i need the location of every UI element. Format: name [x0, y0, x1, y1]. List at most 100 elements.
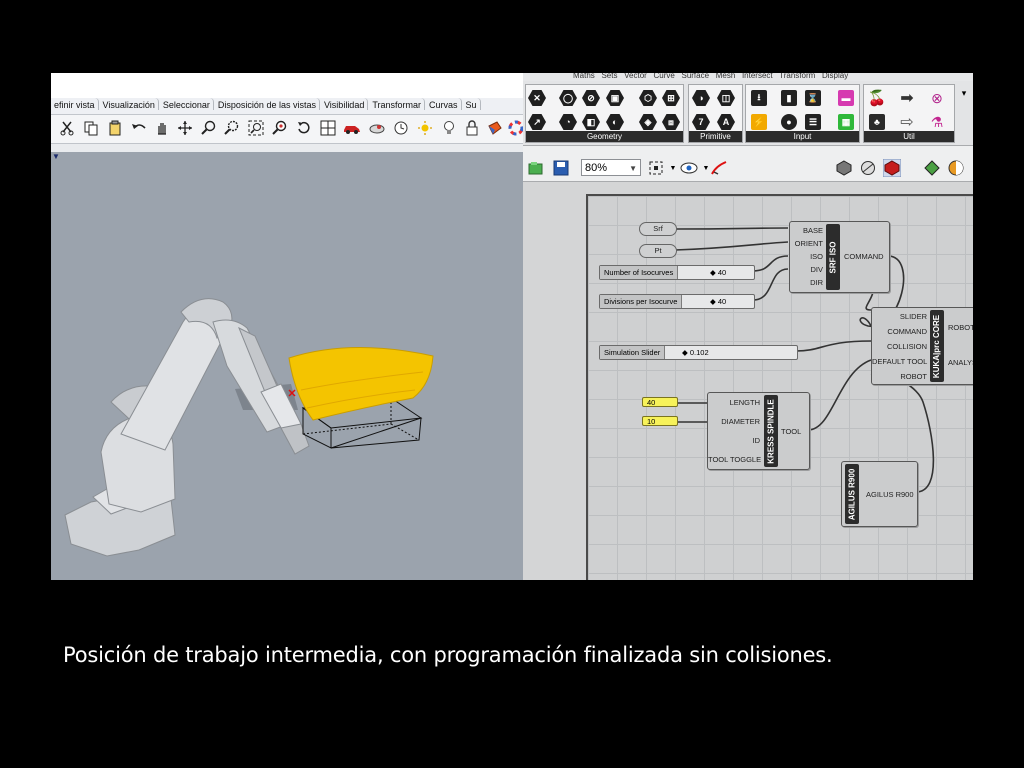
timer-icon[interactable]: ⌛: [804, 89, 822, 107]
tab-visibilidad[interactable]: Visibilidad: [321, 98, 369, 110]
kress-input-id[interactable]: ID: [708, 436, 761, 445]
kuka-input-robot[interactable]: ROBOT: [872, 372, 927, 381]
group-param-icon[interactable]: ⊞: [662, 89, 680, 107]
agilus-output[interactable]: AGILUS R900: [866, 490, 914, 499]
gradient-icon[interactable]: ▬: [837, 89, 855, 107]
display-mode-icon[interactable]: [367, 118, 387, 138]
light-icon[interactable]: [439, 118, 459, 138]
copy-icon[interactable]: [81, 118, 101, 138]
material-icon[interactable]: [485, 118, 505, 138]
sun-icon[interactable]: [415, 118, 435, 138]
kuka-input-slider[interactable]: SLIDER: [872, 312, 927, 321]
text-param-icon[interactable]: A: [717, 113, 735, 131]
grasshopper-tab-labels[interactable]: Maths Sets Vector Curve Surface Mesh Int…: [523, 73, 973, 80]
srf-iso-output-command[interactable]: COMMAND: [844, 252, 884, 261]
tab-superficies[interactable]: Su: [463, 98, 481, 110]
kress-spindle-component[interactable]: LENGTH DIAMETER ID TOOL TOGGLE KRESS SPI…: [707, 392, 810, 470]
rotate-view-icon[interactable]: [175, 118, 195, 138]
zoom-extents-icon[interactable]: [647, 159, 665, 177]
value-list-icon[interactable]: ☰: [804, 113, 822, 131]
kress-input-tool-toggle[interactable]: TOOL TOGGLE: [708, 455, 761, 464]
lock-icon[interactable]: [462, 118, 482, 138]
open-file-icon[interactable]: [527, 159, 545, 177]
length-panel[interactable]: 40: [642, 397, 678, 407]
integer-param-icon[interactable]: 7: [692, 113, 710, 131]
perspective-viewport[interactable]: ▼: [51, 152, 523, 580]
zoom-icon[interactable]: [199, 118, 219, 138]
arrow-right-icon[interactable]: ➡: [898, 89, 916, 107]
data-dam-icon[interactable]: ⊗: [928, 89, 946, 107]
graph-mapper-icon[interactable]: ⚡: [750, 113, 768, 131]
tab-visualizacion[interactable]: Visualización: [100, 98, 159, 110]
brep-param-icon[interactable]: ⊘: [582, 89, 600, 107]
colour-swatch-icon[interactable]: ▦: [837, 113, 855, 131]
divisions-slider[interactable]: Divisions per Isocurve ◆ 40: [599, 294, 755, 309]
toggle-icon[interactable]: ▮: [780, 89, 798, 107]
kress-input-diameter[interactable]: DIAMETER: [708, 417, 760, 426]
preview-selected-icon[interactable]: [883, 159, 901, 177]
boolean-param-icon[interactable]: ◑: [692, 89, 710, 107]
isocurves-slider-value[interactable]: ◆ 40: [710, 266, 726, 279]
button-icon[interactable]: ●: [780, 113, 798, 131]
download-icon[interactable]: ⭳: [750, 89, 768, 107]
tab-transformar[interactable]: Transformar: [369, 98, 426, 110]
zoom-extents-icon[interactable]: [246, 118, 266, 138]
cut-icon[interactable]: [57, 118, 77, 138]
kuka-output-robot[interactable]: ROBOT: [948, 323, 973, 332]
field-param-icon[interactable]: ⬡: [639, 89, 657, 107]
geometry-param-icon[interactable]: ◈: [639, 113, 657, 131]
simulation-slider-value[interactable]: ◆ 0.102: [682, 346, 709, 359]
tab-disposicion[interactable]: Disposición de las vistas: [215, 98, 320, 110]
srf-param[interactable]: Srf: [639, 222, 677, 236]
viewport-layout-icon[interactable]: [318, 118, 338, 138]
preview-eye-icon[interactable]: [680, 159, 698, 177]
preview-wire-icon[interactable]: [835, 159, 853, 177]
zoom-selected-icon[interactable]: [270, 118, 290, 138]
surface-param-icon[interactable]: ◯: [559, 89, 577, 107]
undo-icon[interactable]: [129, 118, 149, 138]
kuka-prc-core-component[interactable]: SLIDER COMMAND COLLISION DEFAULT TOOL RO…: [871, 307, 973, 385]
kuka-output-analysis[interactable]: ANALYS: [948, 358, 973, 367]
clock-icon[interactable]: [391, 118, 411, 138]
mesh-param-icon[interactable]: ▣: [606, 89, 624, 107]
pt-param[interactable]: Pt: [639, 244, 677, 258]
line-param-icon[interactable]: ◔: [559, 113, 577, 131]
data-path-param-icon[interactable]: ◫: [717, 89, 735, 107]
document-preview-icon[interactable]: [947, 159, 965, 177]
tree-icon[interactable]: ♣: [868, 113, 886, 131]
tab-definir-vista[interactable]: efinir vista: [51, 98, 99, 110]
kress-input-length[interactable]: LENGTH: [708, 398, 760, 407]
divisions-slider-value[interactable]: ◆ 40: [710, 295, 726, 308]
save-file-icon[interactable]: [552, 159, 570, 177]
plane-param-icon[interactable]: ◧: [582, 113, 600, 131]
cherries-icon[interactable]: 🍒: [868, 89, 887, 107]
flask-icon[interactable]: ⚗: [928, 113, 946, 131]
agilus-r900-component[interactable]: AGILUS R900 AGILUS R900: [841, 461, 918, 527]
kuka-input-command[interactable]: COMMAND: [872, 327, 927, 336]
srf-iso-input-iso[interactable]: ISO: [790, 252, 823, 261]
zoom-window-icon[interactable]: [222, 118, 242, 138]
box-param-icon[interactable]: ◐: [606, 113, 624, 131]
kuka-input-default-tool[interactable]: DEFAULT TOOL: [872, 357, 927, 366]
srf-iso-input-base[interactable]: BASE: [790, 226, 823, 235]
ribbon-expand-icon[interactable]: ▾: [955, 84, 973, 102]
tab-curvas[interactable]: Curvas: [426, 98, 462, 110]
preview-shaded-icon[interactable]: [859, 159, 877, 177]
tab-seleccionar[interactable]: Seleccionar: [160, 98, 214, 110]
kuka-input-collision[interactable]: COLLISION: [872, 342, 927, 351]
mesh-settings-icon[interactable]: [923, 159, 941, 177]
curve-param-icon[interactable]: ✕: [528, 89, 546, 107]
srf-iso-input-orient[interactable]: ORIENT: [790, 239, 823, 248]
srf-iso-input-dir[interactable]: DIR: [790, 278, 823, 287]
srf-iso-input-div[interactable]: DIV: [790, 265, 823, 274]
paste-icon[interactable]: [105, 118, 125, 138]
car-icon[interactable]: [342, 118, 362, 138]
rotate-icon[interactable]: [294, 118, 314, 138]
zoom-dropdown[interactable]: 80% ▼: [581, 159, 641, 176]
arrow-outline-icon[interactable]: ⇨: [898, 113, 916, 131]
pan-icon[interactable]: [152, 118, 172, 138]
sketch-pen-icon[interactable]: [710, 159, 728, 177]
simulation-slider[interactable]: Simulation Slider ◆ 0.102: [599, 345, 798, 360]
isocurves-slider[interactable]: Number of Isocurves ◆ 40: [599, 265, 755, 280]
diameter-panel[interactable]: 10: [642, 416, 678, 426]
